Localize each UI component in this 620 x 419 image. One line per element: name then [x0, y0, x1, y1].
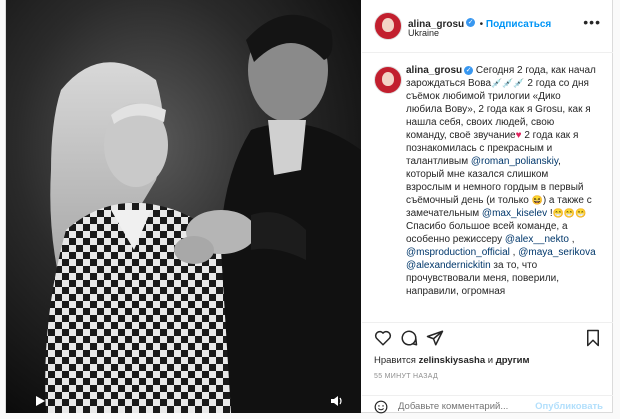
- mention-link[interactable]: @roman_polianskiy: [471, 156, 558, 167]
- follow-button[interactable]: Подписаться: [486, 19, 551, 30]
- post-location[interactable]: Ukraine: [408, 28, 439, 38]
- liked-and: и: [487, 355, 494, 366]
- caption-text: alina_grosu ✓ Сегодня 2 года, как начал з…: [406, 65, 596, 297]
- verified-badge-icon: ✓: [464, 65, 474, 75]
- comment-icon[interactable]: [400, 329, 418, 347]
- mention-link[interactable]: @msproduction_official: [406, 247, 510, 258]
- syringe-emoji-icon: 💉💉💉: [491, 78, 525, 88]
- bookmark-icon[interactable]: [584, 329, 602, 347]
- liked-others-link[interactable]: другим: [496, 355, 530, 366]
- actions-section: Нравится zelinskiysasha и другим 55 МИНУ…: [362, 322, 613, 414]
- likes-summary: Нравится zelinskiysasha и другим: [374, 355, 530, 366]
- post-timestamp[interactable]: 55 МИНУТ НАЗАД: [374, 373, 438, 380]
- post-header: alina_grosu ✓ • Подписаться Ukraine •••: [362, 0, 613, 53]
- laughing-emoji-icon: 😆: [531, 195, 543, 205]
- caption-scroll[interactable]: alina_grosu ✓ Сегодня 2 года, как начал з…: [362, 52, 613, 322]
- play-pause-icon[interactable]: [33, 395, 47, 409]
- video-frame-image: [6, 0, 361, 413]
- avatar[interactable]: [374, 12, 402, 40]
- mention-link[interactable]: @alex__nekto: [505, 234, 569, 245]
- emoji-smile-icon[interactable]: [374, 400, 388, 414]
- volume-icon[interactable]: [330, 395, 344, 409]
- like-heart-icon[interactable]: [374, 329, 392, 347]
- heart-emoji-icon: ♥: [515, 130, 522, 141]
- more-horizontal-icon[interactable]: •••: [583, 14, 601, 30]
- verified-badge-icon: ✓: [466, 18, 476, 28]
- liked-prefix: Нравится: [374, 355, 416, 366]
- mention-link[interactable]: @alexandernickitin: [406, 260, 491, 271]
- post-video[interactable]: [6, 0, 361, 413]
- grin-emoji-icon: 😁😁😁: [552, 208, 587, 218]
- comment-box: Опубликовать: [362, 395, 613, 414]
- share-icon[interactable]: [426, 329, 444, 347]
- instagram-page: alina_grosu ✓ • Подписаться Ukraine ••• a…: [0, 0, 620, 414]
- post-card: alina_grosu ✓ • Подписаться Ukraine ••• a…: [5, 0, 613, 414]
- post-comment-button[interactable]: Опубликовать: [535, 401, 603, 412]
- mention-link[interactable]: @maya_serikova: [518, 247, 595, 258]
- comment-input[interactable]: [398, 398, 548, 414]
- mention-link[interactable]: @max_kiselev: [482, 208, 547, 219]
- post-sidebar: alina_grosu ✓ • Подписаться Ukraine ••• a…: [362, 0, 613, 414]
- liked-user-link[interactable]: zelinskiysasha: [419, 355, 486, 366]
- caption-avatar[interactable]: [374, 66, 402, 94]
- caption-username[interactable]: alina_grosu: [406, 65, 462, 76]
